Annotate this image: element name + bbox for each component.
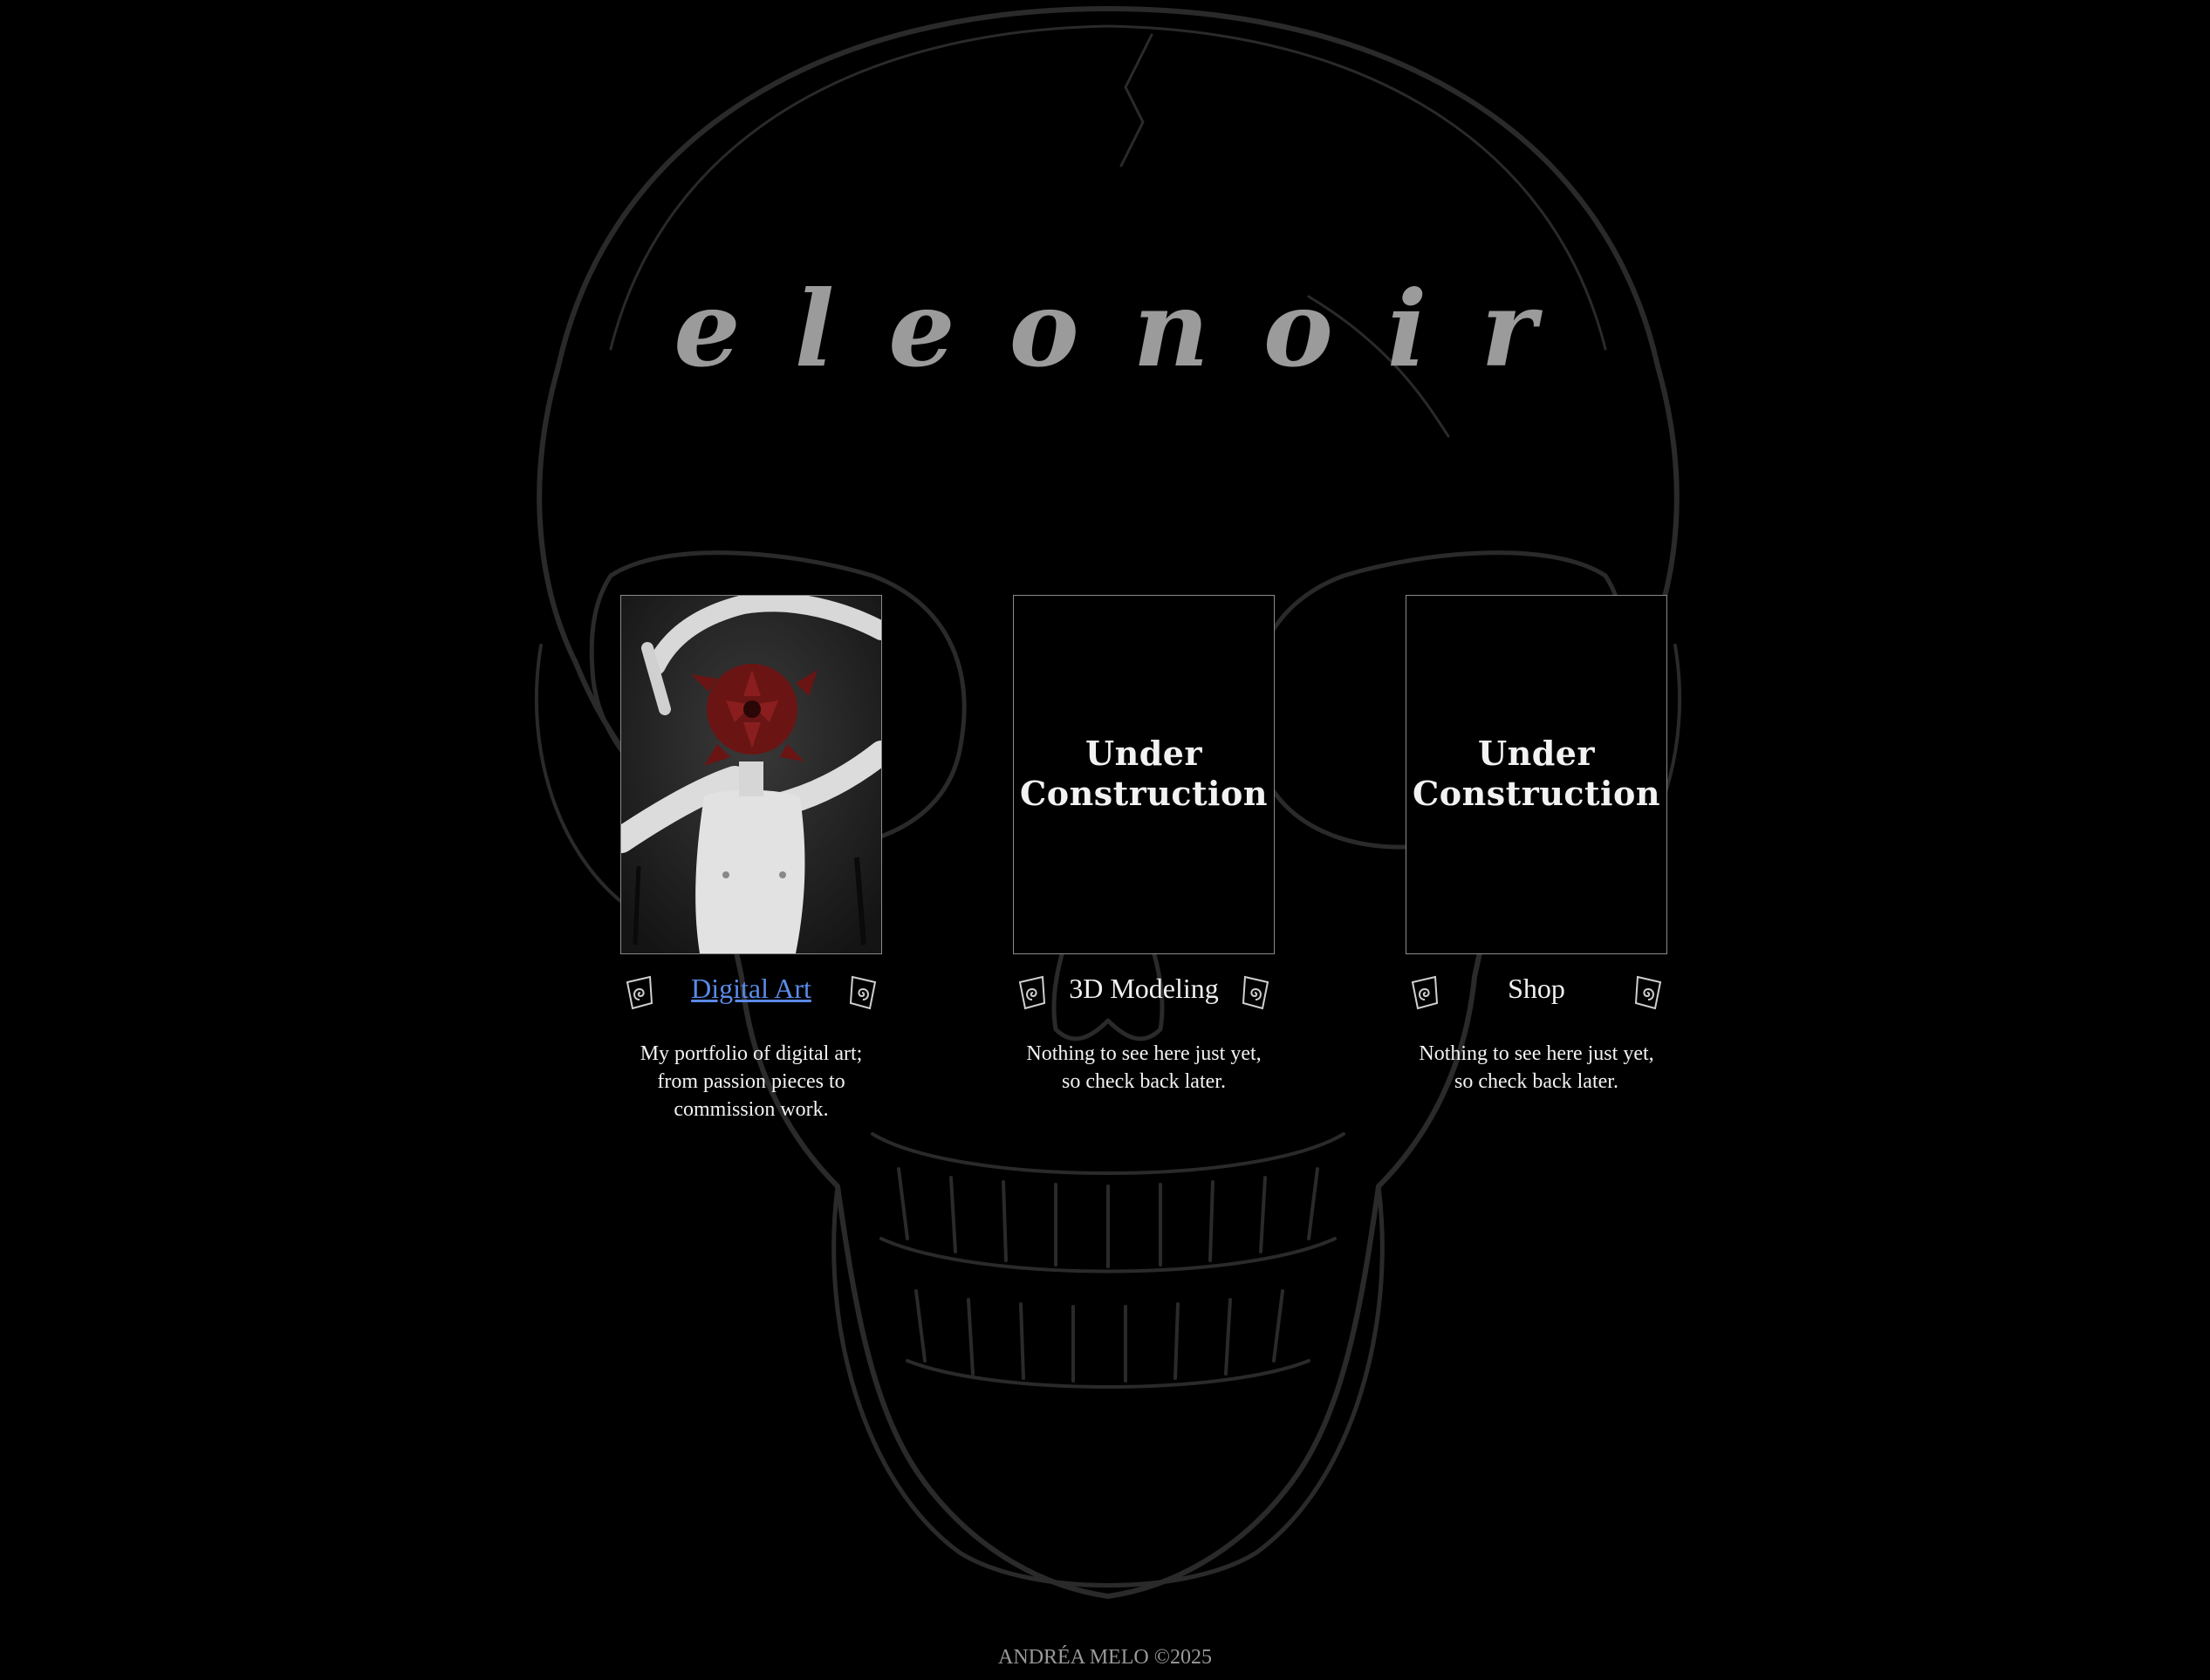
card-shop: Under Construction Shop Nothing to see h… [1406, 595, 1667, 1096]
3d-modeling-label: 3D Modeling [1069, 973, 1219, 1004]
digital-art-image [621, 596, 881, 953]
card-digital-art[interactable]: Digital Art My portfolio of digital art;… [620, 595, 882, 1123]
shop-label: Shop [1508, 973, 1565, 1004]
site-title: eleonoir [674, 268, 1591, 392]
shop-thumbnail: Under Construction [1406, 595, 1667, 954]
digital-art-thumbnail[interactable] [620, 595, 882, 954]
spiral-ornament-left-icon [1411, 975, 1439, 1010]
shop-description: Nothing to see here just yet, so check b… [1419, 1042, 1654, 1093]
digital-art-link[interactable]: Digital Art [664, 970, 838, 1007]
card-3d-modeling: Under Construction 3D Modeling Nothing t… [1013, 595, 1275, 1096]
footer-copyright: ANDRÉA MELO ©2025 [998, 1646, 1212, 1669]
spiral-ornament-right-icon [1242, 975, 1269, 1010]
under-construction-text: Under Construction [1020, 734, 1268, 813]
3d-modeling-thumbnail: Under Construction [1013, 595, 1275, 954]
spiral-ornament-right-icon [1634, 975, 1662, 1010]
spiral-ornament-right-icon [849, 975, 877, 1010]
spiral-ornament-left-icon [1018, 975, 1046, 1010]
3d-modeling-description: Nothing to see here just yet, so check b… [1026, 1042, 1262, 1093]
spiral-ornament-left-icon [626, 975, 653, 1010]
under-construction-text: Under Construction [1413, 734, 1660, 813]
digital-art-description: My portfolio of digital art; from passio… [640, 1042, 863, 1121]
